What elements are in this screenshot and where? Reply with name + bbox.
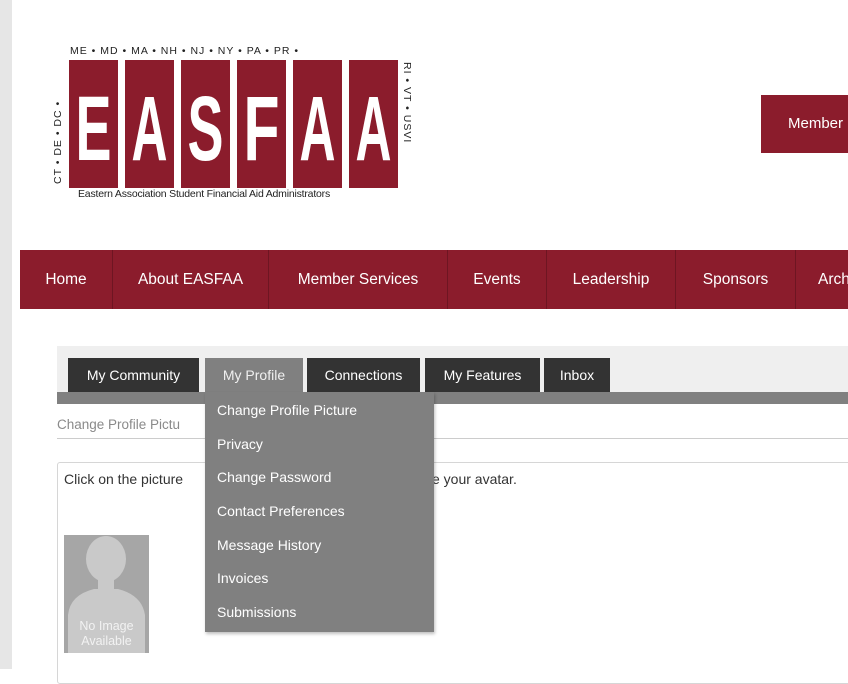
tab-my-features[interactable]: My Features bbox=[425, 358, 540, 392]
menu-item-privacy[interactable]: Privacy bbox=[217, 436, 263, 452]
page-title: Change Profile Pictu bbox=[57, 417, 181, 432]
tab-my-community[interactable]: My Community bbox=[68, 358, 199, 392]
logo-letter-4: F bbox=[244, 78, 280, 180]
logo-top-states: ME • MD • MA • NH • NJ • NY • PA • PR • bbox=[70, 45, 299, 57]
logo-letter-6: A bbox=[356, 78, 392, 180]
my-profile-dropdown: Change Profile Picture Privacy Change Pa… bbox=[205, 392, 434, 632]
title-divider bbox=[57, 438, 848, 439]
menu-item-invoices[interactable]: Invoices bbox=[217, 570, 268, 586]
nav-events[interactable]: Events bbox=[448, 250, 547, 309]
logo-subtitle: Eastern Association Student Financial Ai… bbox=[78, 188, 331, 200]
logo-letter-3: S bbox=[188, 78, 224, 180]
logo-letter-1: E bbox=[76, 78, 112, 180]
menu-item-contact-preferences[interactable]: Contact Preferences bbox=[217, 503, 345, 519]
instruction-text-start: Click on the picture bbox=[64, 471, 184, 487]
left-border bbox=[0, 0, 12, 669]
nav-sponsors[interactable]: Sponsors bbox=[676, 250, 796, 309]
member-button[interactable]: Member bbox=[761, 95, 848, 153]
tab-inbox[interactable]: Inbox bbox=[544, 358, 610, 392]
no-image-line-1: No Image bbox=[79, 619, 134, 633]
nav-leadership[interactable]: Leadership bbox=[547, 250, 676, 309]
menu-item-message-history[interactable]: Message History bbox=[217, 537, 321, 553]
logo-left-states: CT • DE • DC • bbox=[52, 101, 64, 184]
easfaa-logo[interactable]: ME • MD • MA • NH • NJ • NY • PA • PR • … bbox=[52, 40, 422, 206]
avatar[interactable]: No Image Available bbox=[64, 535, 149, 653]
nav-about-easfaa[interactable]: About EASFAA bbox=[113, 250, 269, 309]
logo-right-states: RI • VT • USVI bbox=[401, 62, 413, 143]
menu-item-change-password[interactable]: Change Password bbox=[217, 469, 331, 485]
logo-letter-blocks bbox=[69, 60, 398, 188]
nav-member-services[interactable]: Member Services bbox=[269, 250, 448, 309]
instruction-text-end: e your avatar. bbox=[432, 471, 517, 487]
logo-letter-2: A bbox=[132, 78, 168, 180]
tabbar-underline bbox=[57, 392, 848, 404]
menu-item-change-profile-picture[interactable]: Change Profile Picture bbox=[217, 402, 357, 418]
logo-letter-5: A bbox=[300, 78, 336, 180]
no-image-label: No Image Available bbox=[64, 619, 149, 649]
main-nav: Home About EASFAA Member Services Events… bbox=[20, 250, 848, 309]
menu-item-submissions[interactable]: Submissions bbox=[217, 604, 296, 620]
nav-home[interactable]: Home bbox=[20, 250, 113, 309]
tab-connections[interactable]: Connections bbox=[307, 358, 420, 392]
nav-archives[interactable]: Arch bbox=[796, 250, 848, 309]
no-image-line-2: Available bbox=[81, 634, 132, 648]
content-panel bbox=[57, 462, 848, 684]
